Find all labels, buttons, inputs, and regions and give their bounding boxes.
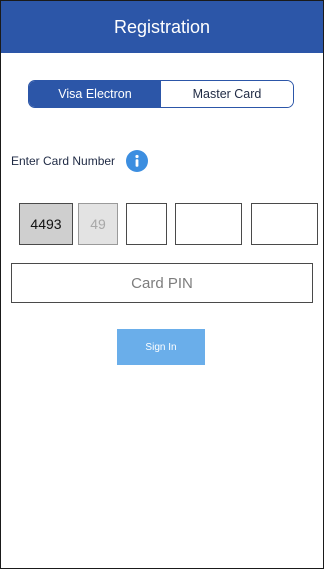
page-title: Registration bbox=[113, 16, 211, 37]
card-number-segment-4[interactable] bbox=[175, 203, 242, 245]
card-number-segment-2[interactable]: 49 bbox=[78, 203, 118, 245]
card-number-label: Enter Card Number bbox=[11, 154, 116, 168]
card-number-segment-1[interactable]: 4493 bbox=[19, 203, 73, 245]
card-type-selector: Visa Electron Master Card bbox=[28, 80, 294, 108]
card-number-segment-5[interactable] bbox=[251, 203, 318, 245]
master-card-tab[interactable]: Master Card bbox=[161, 81, 293, 107]
card-number-label-row: Enter Card Number bbox=[11, 149, 149, 173]
info-icon[interactable] bbox=[126, 150, 149, 172]
card-pin-field[interactable]: Card PIN bbox=[11, 263, 313, 303]
app-bar: Registration bbox=[1, 1, 323, 53]
visa-electron-tab[interactable]: Visa Electron bbox=[29, 81, 161, 107]
registration-screen: Registration Visa Electron Master Card E… bbox=[0, 0, 324, 569]
card-number-segment-3[interactable] bbox=[126, 203, 167, 245]
sign-in-button[interactable]: Sign In bbox=[117, 329, 205, 365]
